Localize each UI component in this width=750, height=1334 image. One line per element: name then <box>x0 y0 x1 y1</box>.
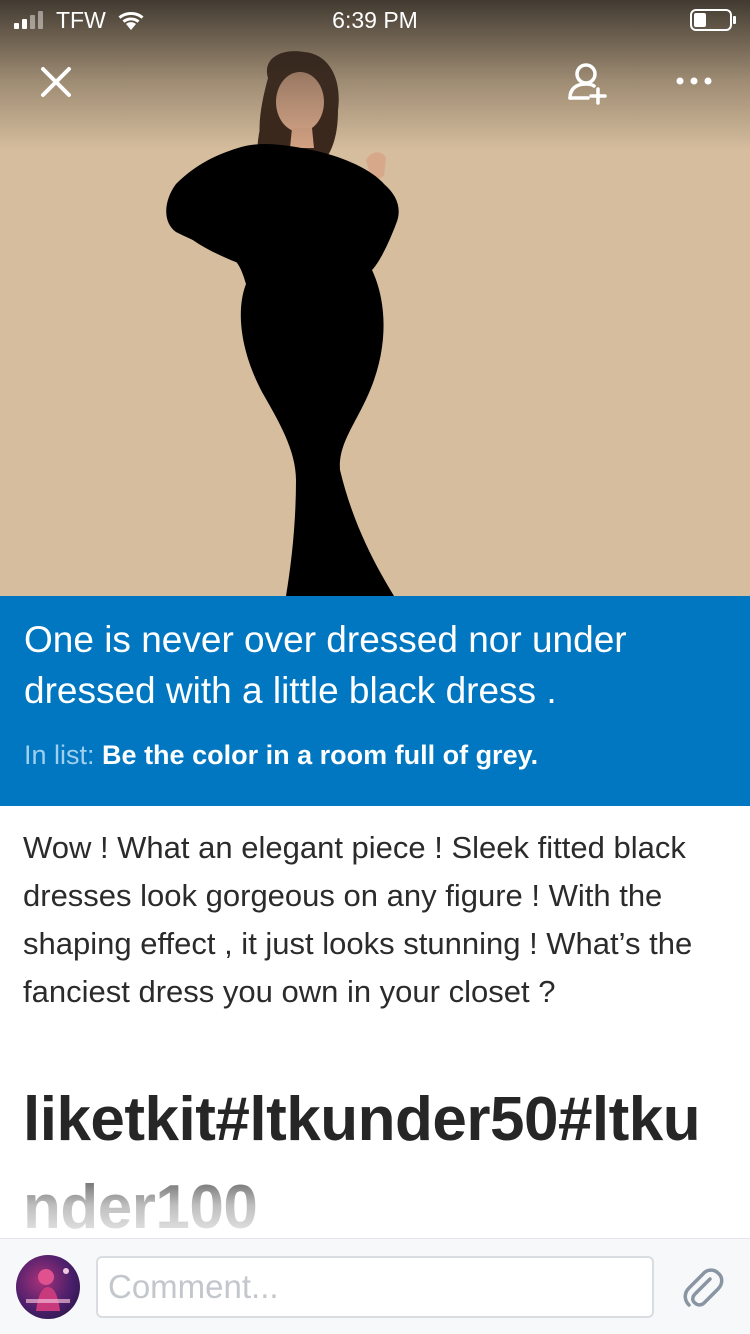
battery-icon <box>690 9 736 31</box>
comment-input[interactable] <box>96 1256 654 1318</box>
content-fade <box>0 1156 750 1238</box>
post-title-panel: One is never over dressed nor under dres… <box>0 596 750 806</box>
list-link[interactable]: In list: Be the color in a room full of … <box>24 738 538 772</box>
post-content: Wow ! What an elegant piece ! Sleek fitt… <box>0 806 750 1238</box>
close-button[interactable] <box>36 62 76 102</box>
list-prefix: In list: <box>24 740 95 770</box>
attach-button[interactable] <box>680 1265 726 1311</box>
post-description: Wow ! What an elegant piece ! Sleek fitt… <box>23 830 693 1009</box>
paperclip-icon <box>683 1268 724 1307</box>
more-options-button[interactable] <box>672 66 716 96</box>
status-bar: TFW 6:39 PM <box>0 0 750 40</box>
list-name[interactable]: Be the color in a room full of grey. <box>102 740 538 770</box>
more-icon <box>676 77 712 85</box>
add-person-icon <box>568 63 607 105</box>
close-icon <box>41 67 71 97</box>
avatar-image <box>26 1268 70 1311</box>
follow-button[interactable] <box>562 60 610 106</box>
comment-bar <box>0 1238 750 1334</box>
post-title: One is never over dressed nor under dres… <box>24 619 627 711</box>
status-time: 6:39 PM <box>332 7 418 33</box>
post-image[interactable] <box>0 0 750 596</box>
avatar[interactable] <box>16 1255 80 1319</box>
